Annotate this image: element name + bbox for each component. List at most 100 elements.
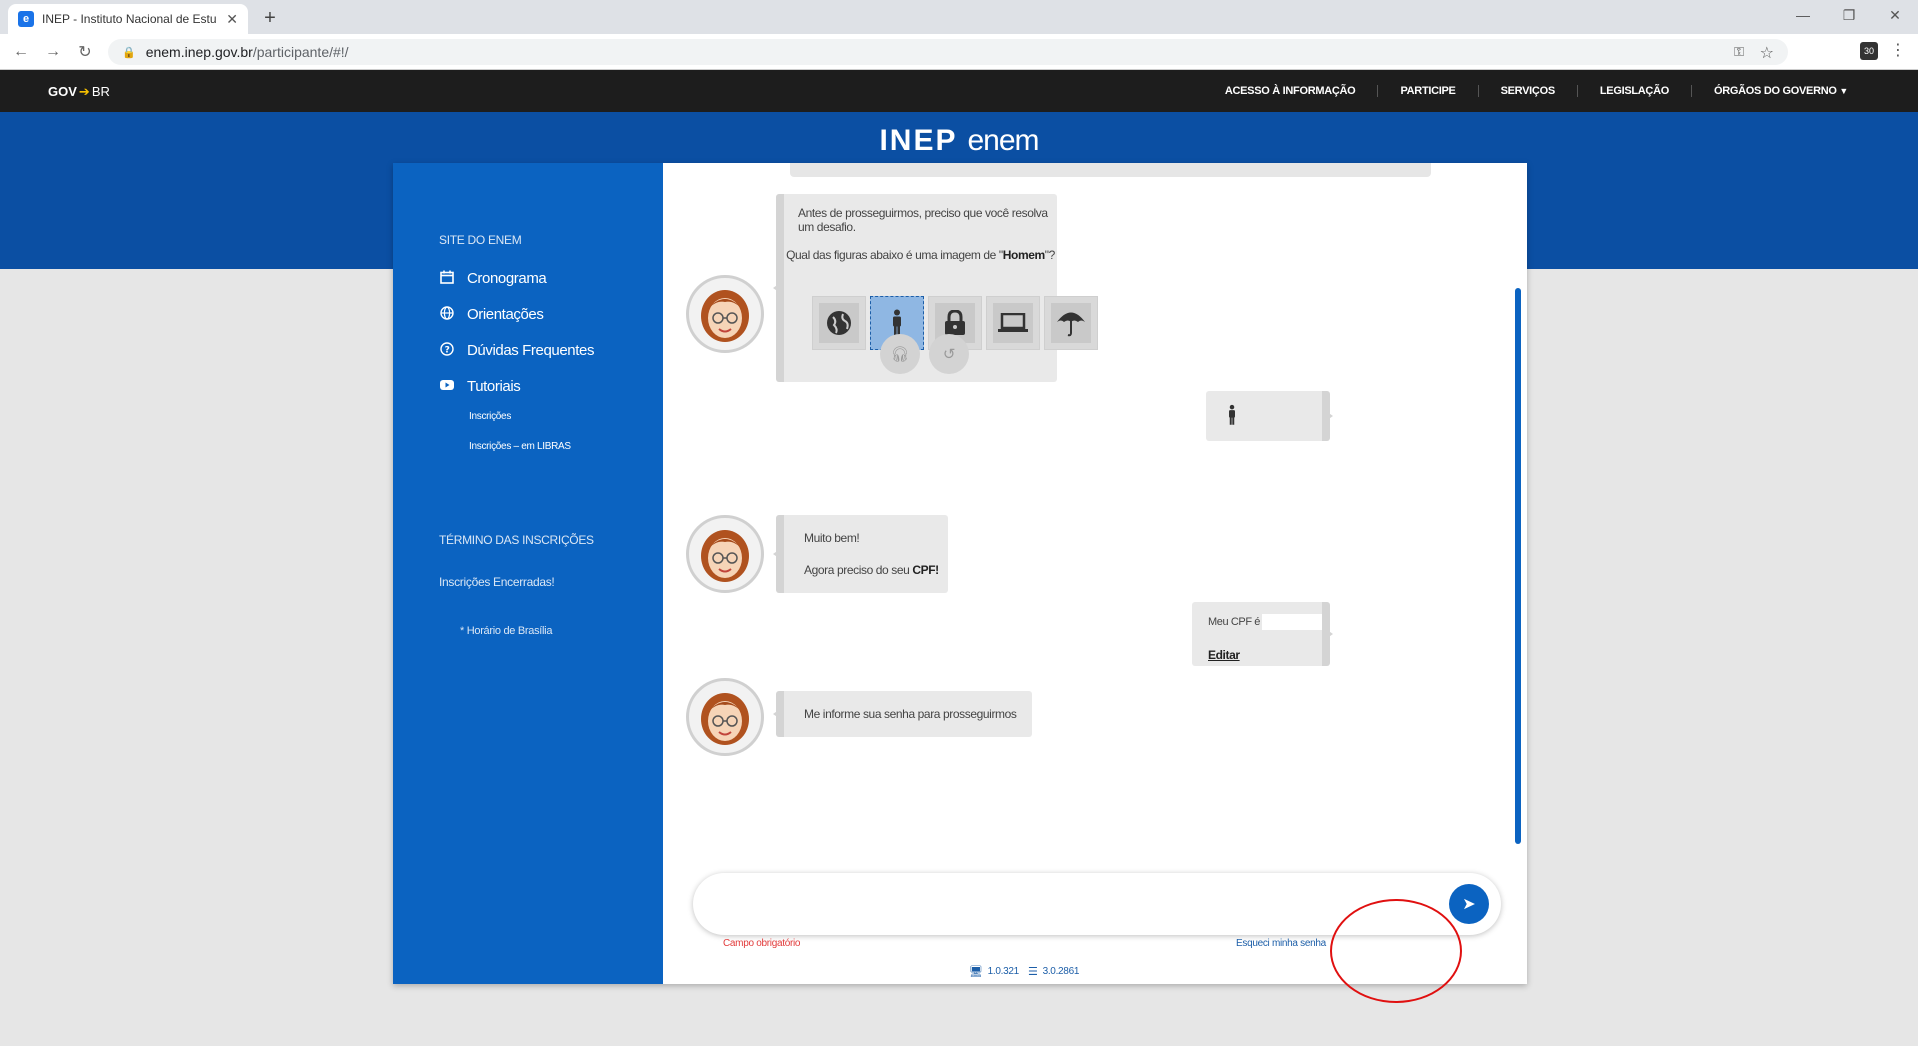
sidebar-item-tutoriais[interactable]: Tutoriais (439, 378, 521, 395)
youtube-icon (439, 379, 455, 394)
sidebar-subitem-inscricoes[interactable]: Inscrições (469, 411, 511, 422)
lock-icon: 🔒 (122, 46, 136, 59)
restore-icon[interactable]: ❐ (1826, 0, 1872, 30)
new-tab-button[interactable]: + (258, 6, 282, 30)
tab-favicon-icon: e (18, 11, 34, 27)
refresh-icon: ↺ (942, 346, 956, 363)
chat-area: Antes de prosseguirmos, preciso que você… (663, 163, 1527, 984)
chevron-down-icon: ▼ (1839, 86, 1848, 96)
sidebar-item-duvidas[interactable]: ? Dúvidas Frequentes (439, 342, 594, 359)
tab-title: INEP - Instituto Nacional de Estu (42, 12, 217, 26)
man-icon (1226, 403, 1238, 430)
msg-good: Muito bem! (804, 531, 860, 545)
gov-link-legislacao[interactable]: LEGISLAÇÃO (1576, 85, 1691, 97)
inep-logo-text: INEP (879, 124, 958, 157)
sidebar-item-cronograma[interactable]: Cronograma (439, 270, 547, 287)
sidebar-timezone-note: * Horário de Brasília (460, 625, 553, 637)
cpf-label: Meu CPF é (1208, 616, 1261, 628)
forgot-password-link[interactable]: Esqueci minha senha (1236, 938, 1326, 949)
sidebar-subitem-libras[interactable]: Inscrições – em LIBRAS (469, 441, 571, 452)
required-field-message: Campo obrigatório (723, 938, 801, 949)
close-tab-icon[interactable]: ✕ (226, 11, 238, 28)
option-globe[interactable] (812, 296, 866, 350)
forward-arrow-icon[interactable]: → (42, 41, 64, 63)
window-controls: — ❐ ✕ (1780, 0, 1918, 34)
gov-link-servicos[interactable]: SERVIÇOS (1477, 85, 1577, 97)
address-toolbar: ← → ↻ 🔒 enem.inep.gov.br /participante/#… (0, 34, 1918, 70)
password-input[interactable] (717, 889, 1397, 919)
previous-message-fragment (790, 163, 1431, 177)
back-arrow-icon[interactable]: ← (10, 41, 32, 63)
assistant-avatar (686, 275, 764, 353)
browser-menu-icon[interactable]: ⋮ (1890, 40, 1906, 60)
browser-tab-bar: e INEP - Instituto Nacional de Estu ✕ + … (0, 0, 1918, 34)
sidebar-item-orientacoes[interactable]: Orientações (439, 306, 544, 323)
url-bar[interactable]: 🔒 enem.inep.gov.br /participante/#!/ ⚿ ☆ (108, 39, 1788, 65)
headphones-icon: 🎧︎ (890, 346, 910, 363)
gov-link-orgaos[interactable]: ÓRGÃOS DO GOVERNO ▼ (1690, 85, 1870, 97)
gov-br-logo[interactable]: GOV ➔ BR (48, 84, 110, 100)
challenge-question-suffix: "? (1044, 248, 1056, 262)
back-version: ☰ 3.0.2861 (1028, 965, 1079, 978)
msg-cpf: Agora preciso do seu CPF! (804, 563, 939, 577)
url-path: /participante/#!/ (252, 44, 349, 60)
challenge-question: Qual das figuras abaixo é uma imagem de … (784, 248, 1057, 262)
monitor-icon: 🖥︎ (969, 966, 983, 978)
user-cpf-bubble: Meu CPF é Editar (1192, 602, 1333, 666)
assistant-bubble-cpf: Muito bem! Agora preciso do seu CPF! (773, 515, 948, 593)
option-laptop[interactable] (986, 296, 1040, 350)
sidebar-item-label: Orientações (467, 306, 544, 323)
annotation-circle (1330, 899, 1462, 1003)
main-card: SITE DO ENEM Cronograma Orientações ? Dú… (393, 163, 1527, 984)
minimize-icon[interactable]: — (1780, 0, 1826, 30)
inep-enem-logo: INEP enem (0, 124, 1918, 158)
assistant-bubble-password: Me informe sua senha para prosseguirmos (773, 691, 1032, 737)
msg-cpf-prefix: Agora preciso do seu (804, 563, 913, 577)
sidebar-term-text: Inscrições Encerradas! (439, 575, 555, 589)
gov-links: ACESSO À INFORMAÇÃO PARTICIPE SERVIÇOS L… (1203, 70, 1870, 112)
browser-tab[interactable]: e INEP - Instituto Nacional de Estu ✕ (8, 4, 248, 34)
arrow-icon: ➔ (78, 84, 90, 99)
send-arrow-icon: ➤ (1462, 896, 1476, 913)
key-icon[interactable]: ⚿ (1734, 44, 1744, 60)
reload-icon[interactable]: ↻ (74, 41, 96, 63)
assistant-avatar (686, 515, 764, 593)
challenge-target-word: Homem (1002, 248, 1045, 262)
svg-text:?: ? (445, 346, 450, 356)
umbrella-icon (1051, 303, 1091, 343)
bookmark-star-icon[interactable]: ☆ (1760, 43, 1774, 63)
gov-link-acesso[interactable]: ACESSO À INFORMAÇÃO (1203, 85, 1378, 97)
server-icon: ☰ (1028, 966, 1038, 978)
assistant-avatar (686, 678, 764, 756)
gov-bar: GOV ➔ BR ACESSO À INFORMAÇÃO PARTICIPE SER… (0, 70, 1918, 112)
gov-link-participe[interactable]: PARTICIPE (1377, 85, 1477, 97)
msg-cpf-word: CPF! (912, 563, 939, 577)
br-logo-text: BR (91, 84, 110, 99)
refresh-challenge-button[interactable]: ↺ (929, 334, 969, 374)
laptop-icon (993, 303, 1033, 343)
option-umbrella[interactable] (1044, 296, 1098, 350)
front-version-value: 1.0.321 (987, 966, 1020, 977)
url-host: enem.inep.gov.br (145, 44, 253, 60)
audio-challenge-button[interactable]: 🎧︎ (880, 334, 920, 374)
chat-scrollbar[interactable] (1515, 288, 1521, 844)
close-window-icon[interactable]: ✕ (1872, 0, 1918, 30)
challenge-intro: Antes de prosseguirmos, preciso que você… (798, 206, 1048, 234)
msg-password: Me informe sua senha para prosseguirmos (804, 707, 1017, 721)
sidebar-item-label: Dúvidas Frequentes (467, 342, 595, 359)
globe-icon (819, 303, 859, 343)
user-selection-bubble (1206, 391, 1333, 441)
edit-cpf-link[interactable]: Editar (1208, 648, 1240, 662)
gov-logo-text: GOV (48, 84, 77, 99)
sidebar: SITE DO ENEM Cronograma Orientações ? Dú… (393, 163, 663, 984)
challenge-question-prefix: Qual das figuras abaixo é uma imagem de … (786, 248, 1003, 262)
challenge-bubble: Antes de prosseguirmos, preciso que você… (773, 194, 1098, 382)
front-version: 🖥︎ 1.0.321 (969, 965, 1019, 978)
sidebar-section-title: SITE DO ENEM (439, 233, 522, 247)
send-button[interactable]: ➤ (1449, 884, 1489, 924)
question-icon: ? (439, 342, 455, 359)
cpf-value-masked (1262, 614, 1322, 630)
sidebar-term-title: TÉRMINO DAS INSCRIÇÕES (439, 533, 594, 547)
sidebar-item-label: Tutoriais (467, 378, 521, 395)
extension-icon[interactable]: 30 (1860, 42, 1878, 60)
